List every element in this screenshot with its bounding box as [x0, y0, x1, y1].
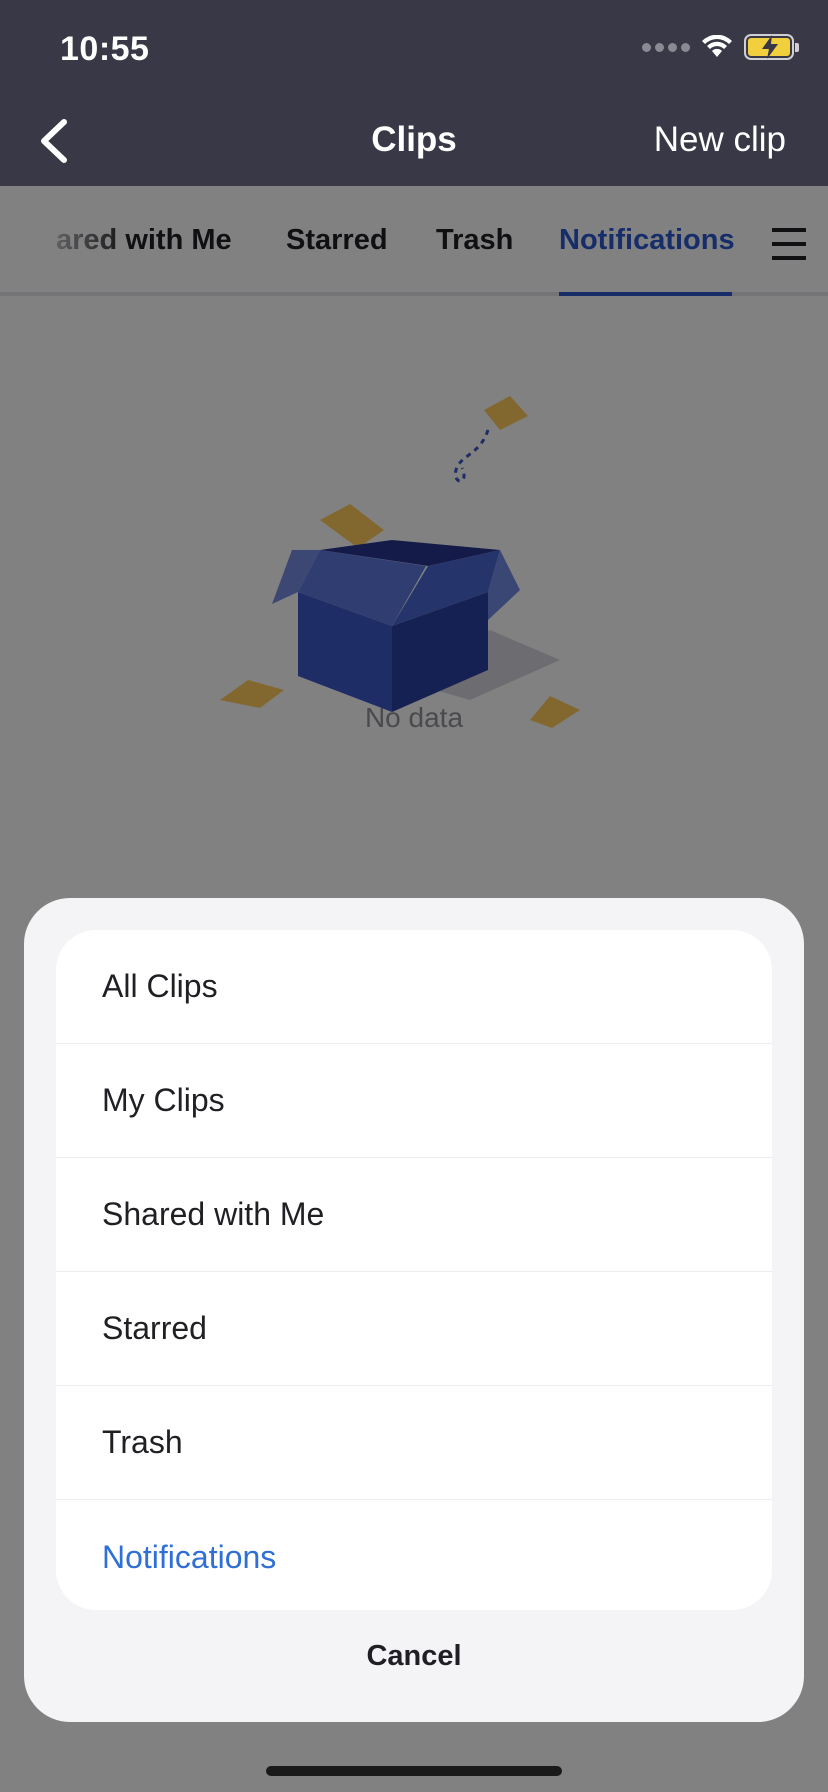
new-clip-button[interactable]: New clip [654, 120, 786, 160]
action-starred[interactable]: Starred [56, 1272, 772, 1386]
action-sheet-options: All Clips My Clips Shared with Me Starre… [56, 930, 772, 1610]
action-all-clips[interactable]: All Clips [56, 930, 772, 1044]
action-trash[interactable]: Trash [56, 1386, 772, 1500]
action-shared-with-me[interactable]: Shared with Me [56, 1158, 772, 1272]
home-indicator [266, 1766, 562, 1776]
wifi-icon [702, 35, 732, 57]
cellular-signal-icon [642, 42, 690, 52]
action-my-clips[interactable]: My Clips [56, 1044, 772, 1158]
status-icons [642, 34, 799, 60]
cancel-button[interactable]: Cancel [24, 1640, 804, 1673]
action-notifications[interactable]: Notifications [56, 1500, 772, 1610]
status-time: 10:55 [60, 30, 150, 68]
top-bar: 10:55 Clips New clip [0, 0, 828, 186]
battery-charging-icon [744, 34, 799, 60]
action-sheet: All Clips My Clips Shared with Me Starre… [24, 898, 804, 1722]
